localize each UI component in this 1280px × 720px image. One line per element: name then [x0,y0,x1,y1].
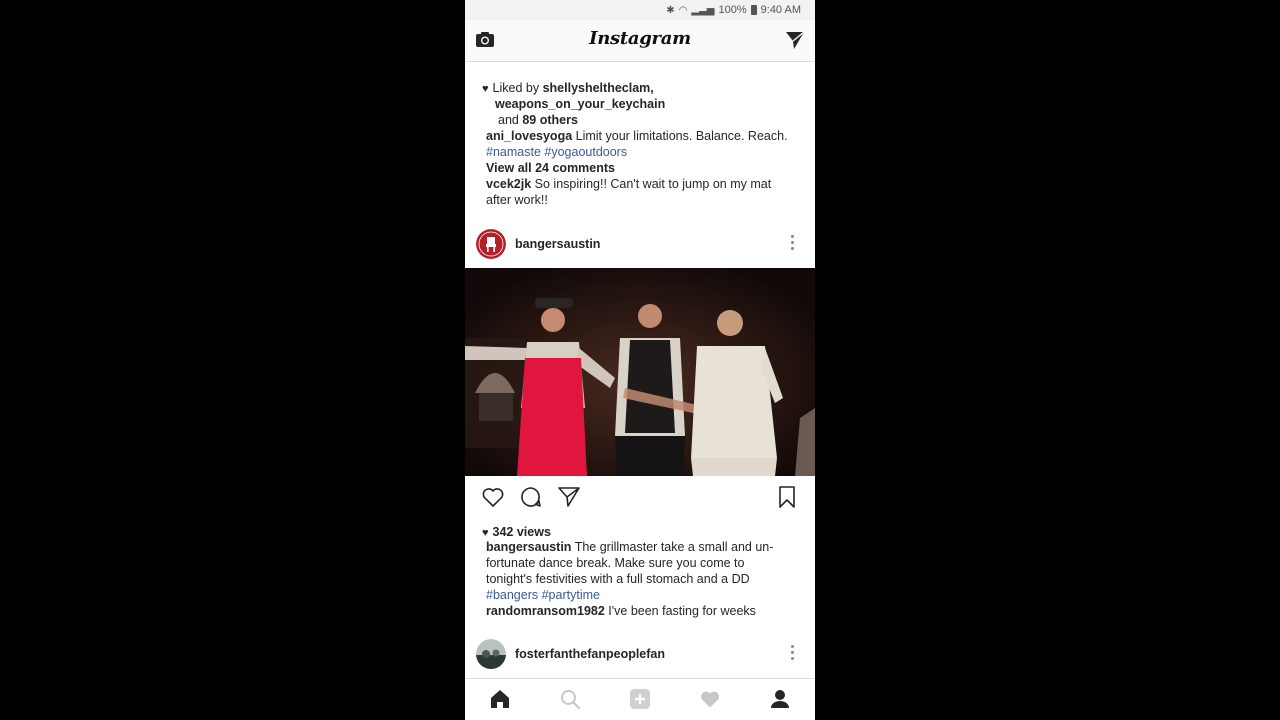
plus-square-icon [630,689,650,709]
bottom-navigation [465,678,815,720]
hashtags-line: #namaste #yogaoutdoors [486,144,627,160]
share-button[interactable] [557,485,581,509]
post-video[interactable] [465,268,815,476]
nav-profile-button[interactable] [769,688,791,710]
post-options-button[interactable] [789,645,795,663]
caption-text-continued: fortunate dance break. Make sure you com… [486,556,745,570]
likes-others-line: and 89 others [498,112,578,128]
bluetooth-icon: ✱ [666,4,675,16]
nav-home-button[interactable] [489,688,511,710]
more-dots-icon [790,645,794,648]
video-frame-image [465,268,815,476]
view-all-comments-link[interactable]: View all 24 comments [486,160,615,176]
paper-plane-icon [786,31,805,49]
comment-text-continued: after work!! [486,193,548,207]
hashtag-link[interactable]: #namaste [486,145,541,159]
comment-username-link[interactable]: vcek2jk [486,177,531,191]
save-button[interactable] [775,485,799,509]
wifi-icon: ◠ [678,4,688,16]
hashtags-line: #bangers #partytime [486,587,600,603]
app-logo-title: Instagram [589,28,691,49]
caption-username-link[interactable]: bangersaustin [486,540,571,554]
battery-percent: 100% [718,4,747,16]
chair-logo-icon [476,229,506,259]
caption-text: The grillmaster take a small and un- [574,540,774,554]
person-icon [771,690,789,708]
hashtag-link[interactable]: #bangers [486,588,538,602]
hashtag-link[interactable]: #yogaoutdoors [544,145,627,159]
feed[interactable]: ♥ Liked by shellysheltheclam, weapons_on_… [465,62,815,678]
home-icon [491,690,509,708]
top-bar: Instagram [465,20,815,62]
heart-icon [701,691,719,708]
nav-activity-button[interactable] [699,688,721,710]
heart-mini-icon: ♥ [482,527,489,539]
comment-text: I've been fasting for weeks [608,604,756,618]
caption-text-continued: tonight's festivities with a full stomac… [486,572,750,586]
liked-by-user-link[interactable]: shellysheltheclam, [543,81,654,95]
comment-bubble-icon [521,487,541,507]
like-button[interactable] [481,485,505,509]
avatar[interactable] [476,639,506,669]
nav-add-post-button[interactable] [629,688,651,710]
post-header: bangersaustin [465,225,815,265]
paper-plane-icon [558,487,580,507]
post-action-bar [465,480,815,514]
comment-username-link[interactable]: randomransom1982 [486,604,605,618]
caption-line: bangersaustin The grillmaster take a sma… [486,539,773,555]
post-username-link[interactable]: fosterfanthefanpeoplefan [515,647,665,661]
comment-text: So inspiring!! Can't wait to jump on my … [534,177,772,191]
search-icon [561,690,581,710]
avatar[interactable] [476,229,506,259]
caption-username-link[interactable]: ani_lovesyoga [486,129,572,143]
likes-line: ♥ Liked by shellysheltheclam, [482,80,654,97]
more-dots-icon [790,235,794,238]
post-header: fosterfanthefanpeoplefan [465,635,815,675]
others-count-link[interactable]: 89 others [522,113,578,127]
caption-text: Limit your limitations. Balance. Reach. [575,129,788,143]
clock-time: 9:40 AM [760,4,801,16]
post-options-button[interactable] [789,235,795,253]
signal-icon: ▂▃▅ [691,4,715,16]
caption-line: ani_lovesyoga Limit your limitations. Ba… [486,128,788,144]
and-label: and [498,113,519,127]
direct-message-button[interactable] [784,29,806,51]
liked-by-user-link[interactable]: weapons_on_your_keychain [495,96,665,112]
nav-search-button[interactable] [559,688,581,710]
status-bar: ✱ ◠ ▂▃▅ 100% 9:40 AM [465,0,815,20]
post-username-link[interactable]: bangersaustin [515,237,600,251]
comment-line: vcek2jk So inspiring!! Can't wait to jum… [486,176,771,192]
battery-icon [750,5,757,15]
liked-by-label: Liked by [492,81,540,95]
heart-mini-icon: ♥ [482,83,489,95]
user-photo-image [476,639,506,669]
phone-screen: ✱ ◠ ▂▃▅ 100% 9:40 AM Instagram ♥ Liked b… [465,0,815,720]
hashtag-link[interactable]: #partytime [542,588,600,602]
heart-outline-icon [482,488,504,507]
comment-line: randomransom1982 I've been fasting for w… [486,603,756,619]
comment-button[interactable] [519,485,543,509]
bookmark-icon [779,486,795,508]
